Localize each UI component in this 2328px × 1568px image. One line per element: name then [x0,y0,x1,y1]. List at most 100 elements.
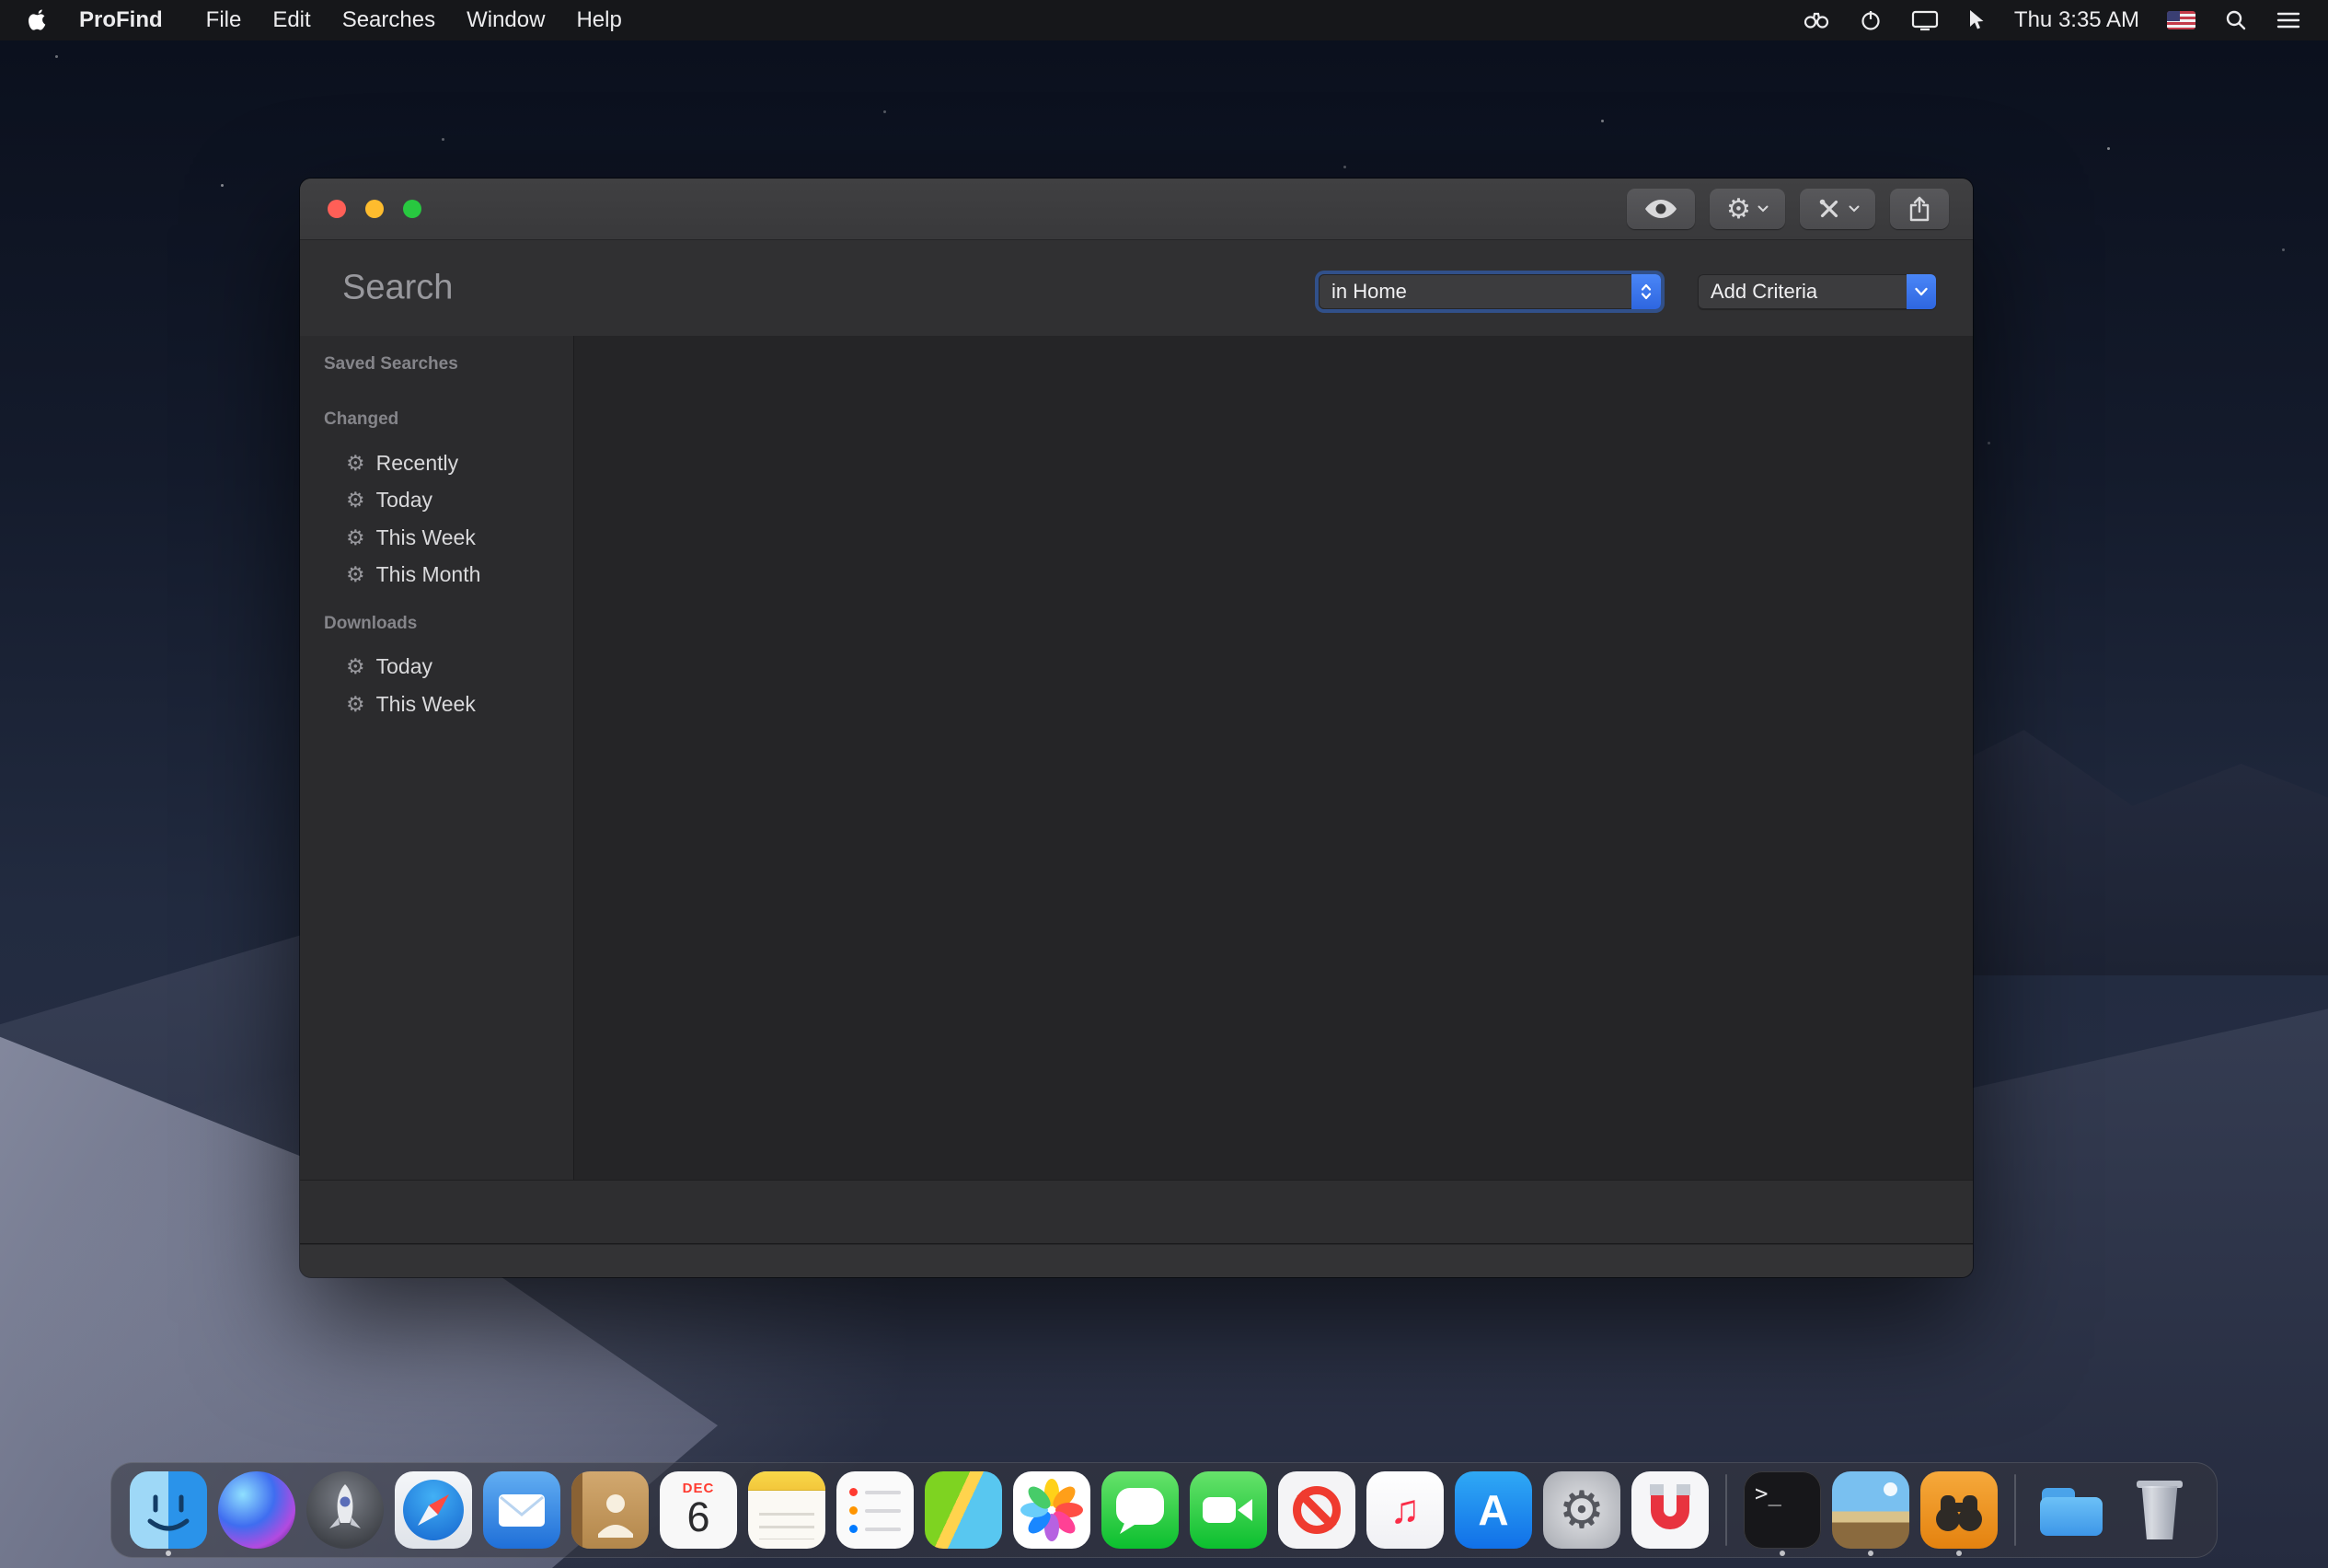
dock-icon-magnet[interactable] [1631,1471,1709,1549]
search-field[interactable]: Search [342,269,453,308]
gear-icon: ⚙ [346,453,365,474]
saved-search-downloads-this-week[interactable]: ⚙ This Week [346,689,476,719]
dock-icon-blocked-app[interactable] [1278,1471,1355,1549]
add-criteria-dropdown[interactable]: Add Criteria [1698,274,1936,309]
person-silhouette-icon [571,1471,649,1549]
finder-face-icon [130,1471,207,1549]
section-header-downloads: Downloads [324,614,417,634]
saved-searches-sidebar: Saved Searches Changed ⚙ Recently ⚙ Toda… [300,336,574,1181]
running-indicator [1956,1551,1962,1556]
notification-center-icon[interactable] [2262,0,2315,40]
spotlight-search-icon[interactable] [2210,0,2262,40]
envelope-icon [483,1471,560,1549]
dock-icon-calendar[interactable]: DEC 6 [660,1471,737,1549]
chevron-down-icon [1758,205,1769,213]
menu-item-window[interactable]: Window [451,7,560,33]
zoom-button[interactable] [403,200,421,218]
saved-search-label: This Week [376,692,476,717]
popup-stepper-icon [1631,274,1661,309]
siri-orb-icon [218,1471,295,1549]
dock-icon-siri[interactable] [218,1471,295,1549]
menu-item-file[interactable]: File [190,7,258,33]
saved-search-label: This Week [376,525,476,550]
share-icon [1908,195,1930,223]
flower-icon [1013,1471,1090,1549]
dock-icon-safari[interactable] [395,1471,472,1549]
dock-separator [2014,1474,2016,1546]
close-button[interactable] [328,200,346,218]
gear-icon: ⚙ [346,694,365,715]
scope-dropdown[interactable]: in Home [1319,274,1661,309]
power-status-icon[interactable] [1845,0,1896,40]
menu-item-searches[interactable]: Searches [327,7,451,33]
video-camera-icon [1190,1471,1267,1549]
dock-icon-preview[interactable] [1832,1471,1909,1549]
binoculars-status-icon[interactable] [1788,0,1845,40]
dock-icon-messages[interactable] [1101,1471,1179,1549]
menu-bar: ProFind File Edit Searches Window Help T… [0,0,2328,40]
profind-window: ⚙ Search in Home Add Criteria [300,179,1973,1277]
tools-menu-button[interactable] [1800,189,1875,229]
window-titlebar[interactable]: ⚙ [300,179,1973,240]
dock-icon-notes[interactable] [748,1471,825,1549]
menu-item-edit[interactable]: Edit [257,7,326,33]
rocket-icon [306,1471,384,1549]
dock-icon-reminders[interactable] [836,1471,914,1549]
dock-icon-profind[interactable] [1920,1471,1998,1549]
menu-app-name[interactable]: ProFind [68,7,174,33]
dock-icon-maps[interactable] [925,1471,1002,1549]
saved-search-today[interactable]: ⚙ Today [346,485,432,514]
gear-icon: ⚙ [1726,193,1751,225]
apple-menu-icon[interactable] [28,8,48,32]
gear-icon: ⚙ [346,564,365,585]
add-criteria-label: Add Criteria [1698,280,1907,304]
dock-separator [1725,1474,1727,1546]
dock-icon-terminal[interactable]: >_ [1744,1471,1821,1549]
map-icon [925,1471,1002,1549]
running-indicator [1780,1551,1785,1556]
sidebar-title: Saved Searches [324,354,458,375]
binoculars-icon [1920,1471,1998,1549]
minimize-button[interactable] [365,200,384,218]
running-indicator [1868,1551,1873,1556]
action-menu-button[interactable]: ⚙ [1710,189,1785,229]
menu-clock[interactable]: Thu 3:35 AM [2001,7,2152,33]
dock: DEC 6 [110,1462,2218,1558]
gear-icon: ⚙ [346,656,365,677]
menu-item-help[interactable]: Help [560,7,637,33]
section-header-changed: Changed [324,409,398,430]
landscape-photo-icon [1832,1471,1909,1549]
saved-search-label: Today [376,488,432,513]
terminal-prompt: >_ [1755,1481,1781,1506]
running-indicator [166,1551,171,1556]
dock-icon-contacts[interactable] [571,1471,649,1549]
dock-icon-mail[interactable] [483,1471,560,1549]
gear-icon: ⚙ [346,490,365,511]
saved-search-this-week[interactable]: ⚙ This Week [346,523,476,552]
cursor-status-icon[interactable] [1953,0,2001,40]
input-source-flag-icon[interactable] [2152,0,2210,40]
appstore-letter: A [1478,1485,1508,1535]
dock-icon-system-preferences[interactable]: ⚙ [1543,1471,1620,1549]
saved-search-this-month[interactable]: ⚙ This Month [346,559,480,589]
saved-search-recently[interactable]: ⚙ Recently [346,448,458,478]
saved-search-label: Today [376,654,432,679]
dock-icon-app-store[interactable]: A [1455,1471,1532,1549]
saved-search-downloads-today[interactable]: ⚙ Today [346,651,432,681]
dock-icon-trash[interactable] [2121,1471,2198,1549]
magnet-icon [1631,1471,1709,1549]
display-status-icon[interactable] [1896,0,1953,40]
dock-icon-music[interactable]: ♫ [1366,1471,1444,1549]
dock-icon-finder[interactable] [130,1471,207,1549]
dock-icon-downloads-folder[interactable] [2033,1471,2110,1549]
preview-toggle-button[interactable] [1627,189,1695,229]
dock-icon-launchpad[interactable] [306,1471,384,1549]
speech-bubble-icon [1101,1471,1179,1549]
notes-header-strip [748,1471,825,1491]
share-button[interactable] [1890,189,1949,229]
search-header: Search in Home Add Criteria [300,240,1973,336]
dock-icon-facetime[interactable] [1190,1471,1267,1549]
chevron-down-icon [1907,274,1936,309]
gear-icon: ⚙ [1559,1480,1605,1540]
dock-icon-photos[interactable] [1013,1471,1090,1549]
